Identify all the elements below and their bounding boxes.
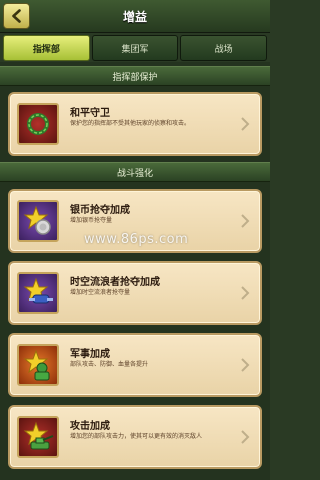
chevron-right-icon [241, 214, 250, 228]
chevron-right-icon [241, 117, 250, 131]
drone-star-icon [17, 272, 59, 314]
section-header-combat: 战斗强化 [0, 162, 270, 182]
boost-description: 增加您的部队攻击力，使其可以更有效的消灭敌人 [70, 433, 203, 440]
chevron-right-icon [241, 286, 250, 300]
chevron-right-icon [241, 358, 250, 372]
boost-card-military[interactable]: 军事加成 部队攻击、防御、血量各提升 [8, 333, 262, 397]
page-title: 增益 [122, 10, 147, 24]
boost-card-attack[interactable]: 攻击加成 增加您的部队攻击力，使其可以更有效的消灭敌人 [8, 405, 262, 469]
tab-command[interactable]: 指挥部 [3, 35, 90, 61]
boost-name: 银币抢夺加成 [70, 205, 130, 216]
boost-list: 指挥部保护 和平守卫 保护您的指挥部不受其他玩家的侦察和攻击。 战斗强化 银币抢… [0, 62, 270, 480]
tab-army[interactable]: 集团军 [91, 35, 179, 61]
boost-description: 增加时空流浪者抢夺量 [70, 289, 131, 296]
soldier-star-icon [17, 344, 59, 386]
silver-coin-star-icon [17, 200, 59, 242]
boost-name: 时空流浪者抢夺加成 [70, 277, 160, 288]
boost-name: 和平守卫 [70, 108, 110, 119]
laurel-wreath-icon [17, 103, 59, 145]
boost-card-drifter-plunder[interactable]: 时空流浪者抢夺加成 增加时空流浪者抢夺量 [8, 261, 262, 325]
boost-description: 保护您的指挥部不受其他玩家的侦察和攻击。 [70, 120, 191, 127]
tab-bar: 指挥部 集团军 战场 [3, 35, 268, 61]
boost-name: 军事加成 [70, 349, 110, 360]
top-bar: 增益 [0, 0, 270, 33]
chevron-right-icon [241, 430, 250, 444]
boost-description: 部队攻击、防御、血量各提升 [70, 361, 149, 368]
tank-star-icon [17, 416, 59, 458]
watermark-text: www.86ps.com [84, 232, 189, 247]
section-header-protection: 指挥部保护 [0, 66, 270, 86]
boost-card-peace-guard[interactable]: 和平守卫 保护您的指挥部不受其他玩家的侦察和攻击。 [8, 92, 262, 156]
boost-description: 增加银币抢夺量 [70, 217, 113, 224]
boost-name: 攻击加成 [70, 421, 110, 432]
tab-battlefield[interactable]: 战场 [180, 35, 268, 61]
